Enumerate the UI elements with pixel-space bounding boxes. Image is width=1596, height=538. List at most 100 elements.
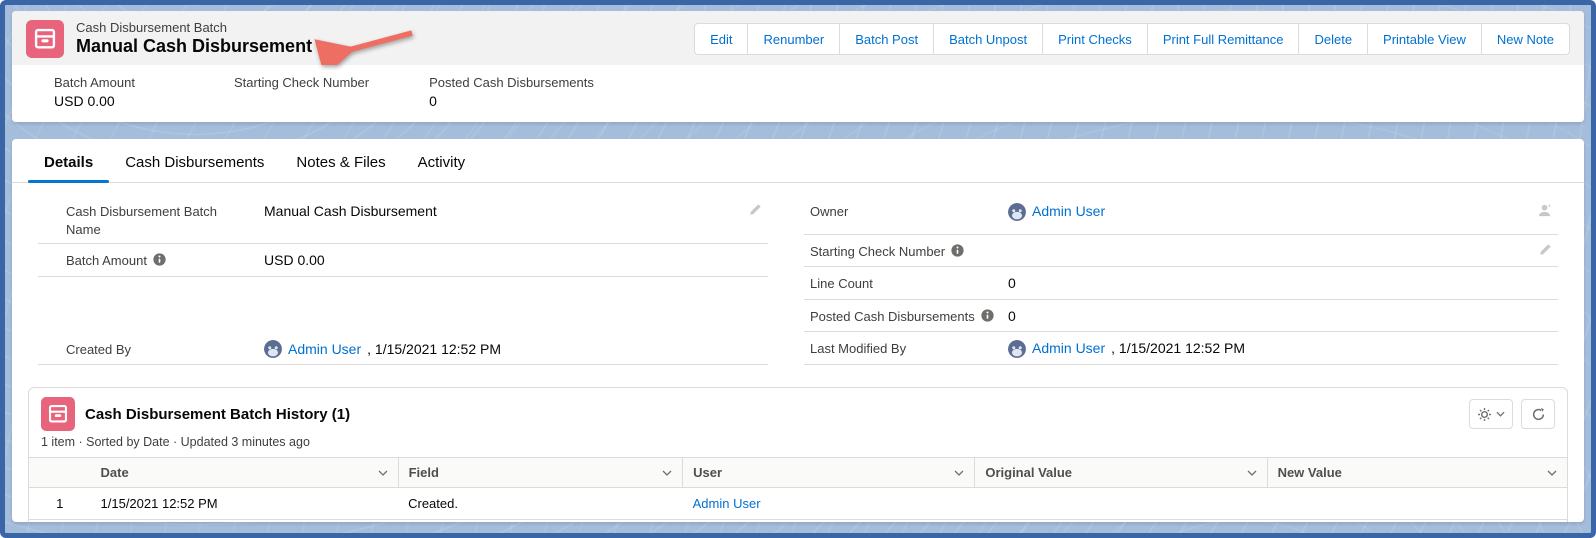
field-row-created-by: Created By Admin User, 1/15/2021 12:52 P… [38,333,768,366]
field-row-batch-name: Cash Disbursement Batch Name Manual Cash… [38,195,768,244]
info-icon[interactable] [981,309,994,322]
list-settings-button[interactable] [1469,399,1513,429]
highlight-field-value [234,93,369,110]
related-list-history: Cash Disbursement Batch History (1) 1 it… [28,387,1568,522]
related-list-title: Cash Disbursement Batch History (1) [85,406,350,423]
owner-user-link[interactable]: Admin User [1032,202,1105,222]
details-spacer [38,277,768,333]
cell-date: 1/15/2021 12:52 PM [91,488,399,520]
record-header-titles: Cash Disbursement Batch Manual Cash Disb… [76,20,312,58]
cell-field: Created. [398,488,683,520]
cash-disbursement-batch-icon [26,20,64,58]
highlight-field-label: Posted Cash Disbursements [429,75,594,90]
user-avatar [264,340,282,358]
related-list-meta: 1 item · Sorted by Date · Updated 3 minu… [29,433,1567,457]
field-label: Last Modified By [810,338,1008,358]
history-list-icon [41,397,75,431]
refresh-icon [1531,407,1546,422]
last-modified-datetime: , 1/15/2021 12:52 PM [1111,339,1245,359]
field-row-starting-check-number: Starting Check Number [804,235,1558,267]
history-user-link[interactable]: Admin User [693,496,761,511]
column-header-field[interactable]: Field [398,458,683,488]
batch-post-button[interactable]: Batch Post [839,23,934,55]
column-header-date[interactable]: Date [91,458,399,488]
chevron-down-icon [954,470,964,476]
history-table: Date Field User Original Value [29,457,1567,519]
record-header-card: Cash Disbursement Batch Manual Cash Disb… [12,11,1584,122]
field-value [1008,241,1556,261]
tab-notes-files[interactable]: Notes & Files [280,142,401,182]
tab-cash-disbursements[interactable]: Cash Disbursements [109,142,280,182]
batch-unpost-button[interactable]: Batch Unpost [933,23,1043,55]
refresh-button[interactable] [1521,399,1555,429]
details-left-column: Cash Disbursement Batch Name Manual Cash… [38,195,798,365]
page-title: Manual Cash Disbursement [76,36,312,58]
highlight-batch-amount: Batch Amount USD 0.00 [54,75,174,110]
printable-view-button[interactable]: Printable View [1367,23,1482,55]
field-value: USD 0.00 [264,250,766,271]
chevron-down-icon [1496,411,1505,417]
highlight-field-value: 0 [429,93,594,110]
details-panel: Cash Disbursement Batch Name Manual Cash… [12,183,1584,371]
field-row-posted-cash-disbursements: Posted Cash Disbursements 0 [804,300,1558,333]
tab-activity[interactable]: Activity [402,142,482,182]
record-header-top: Cash Disbursement Batch Manual Cash Disb… [12,11,1584,65]
field-row-line-count: Line Count 0 [804,267,1558,300]
field-row-owner: Owner Admin User [804,195,1558,235]
info-icon[interactable] [153,253,166,266]
field-label: Posted Cash Disbursements [810,306,1008,326]
info-icon[interactable] [951,244,964,257]
field-row-last-modified-by: Last Modified By Admin User , 1/15/2021 1… [804,332,1558,365]
record-actions: Edit Renumber Batch Post Batch Unpost Pr… [694,23,1570,55]
print-full-remittance-button[interactable]: Print Full Remittance [1147,23,1300,55]
last-modified-by-user-link[interactable]: Admin User [1032,339,1105,359]
field-label: Starting Check Number [810,241,1008,261]
chevron-down-icon [662,470,672,476]
cell-original-value [975,488,1267,520]
created-by-user-link[interactable]: Admin User [288,340,361,360]
rownum-header [29,458,91,488]
app-window: Cash Disbursement Batch Manual Cash Disb… [0,0,1596,538]
edit-button[interactable]: Edit [694,23,748,55]
print-checks-button[interactable]: Print Checks [1042,23,1148,55]
related-list-actions [1469,399,1555,429]
record-detail-card: Details Cash Disbursements Notes & Files… [12,139,1584,522]
chevron-down-icon [1547,470,1557,476]
field-value: Admin User [1008,201,1556,222]
highlight-field-label: Batch Amount [54,75,174,90]
highlight-posted-cash-disbursements: Posted Cash Disbursements 0 [429,75,594,110]
edit-pencil-icon[interactable] [1538,243,1552,262]
change-owner-icon[interactable] [1537,203,1552,223]
field-value: 0 [1008,306,1556,327]
cell-user: Admin User [683,488,975,520]
delete-button[interactable]: Delete [1298,23,1368,55]
field-row-batch-amount: Batch Amount USD 0.00 [38,244,768,277]
tab-details[interactable]: Details [28,142,109,182]
renumber-button[interactable]: Renumber [747,23,840,55]
gear-icon [1477,407,1492,422]
details-right-column: Owner Admin User Starting Check Number [798,195,1558,365]
user-avatar [1008,340,1026,358]
column-header-user[interactable]: User [683,458,975,488]
highlight-starting-check-number: Starting Check Number [234,75,369,110]
table-row: 1 1/15/2021 12:52 PM Created. Admin User [29,488,1567,520]
user-avatar [1008,203,1026,221]
record-highlight-fields: Batch Amount USD 0.00 Starting Check Num… [12,65,1584,122]
field-value: Admin User , 1/15/2021 12:52 PM [264,339,766,360]
edit-pencil-icon[interactable] [748,203,762,222]
new-note-button[interactable]: New Note [1481,23,1570,55]
column-header-new-value[interactable]: New Value [1267,458,1567,488]
created-datetime: , 1/15/2021 12:52 PM [367,340,501,360]
tab-bar: Details Cash Disbursements Notes & Files… [12,139,1584,183]
field-value: Admin User , 1/15/2021 12:52 PM [1008,338,1556,359]
highlight-field-label: Starting Check Number [234,75,369,90]
field-label: Cash Disbursement Batch Name [66,201,264,238]
field-label: Line Count [810,273,1008,293]
related-list-header: Cash Disbursement Batch History (1) [29,388,1567,433]
field-value: Manual Cash Disbursement [264,201,766,222]
annotation-arrow [314,25,418,65]
chevron-down-icon [378,470,388,476]
row-number: 1 [29,488,91,520]
column-header-original-value[interactable]: Original Value [975,458,1267,488]
entity-label: Cash Disbursement Batch [76,20,312,36]
